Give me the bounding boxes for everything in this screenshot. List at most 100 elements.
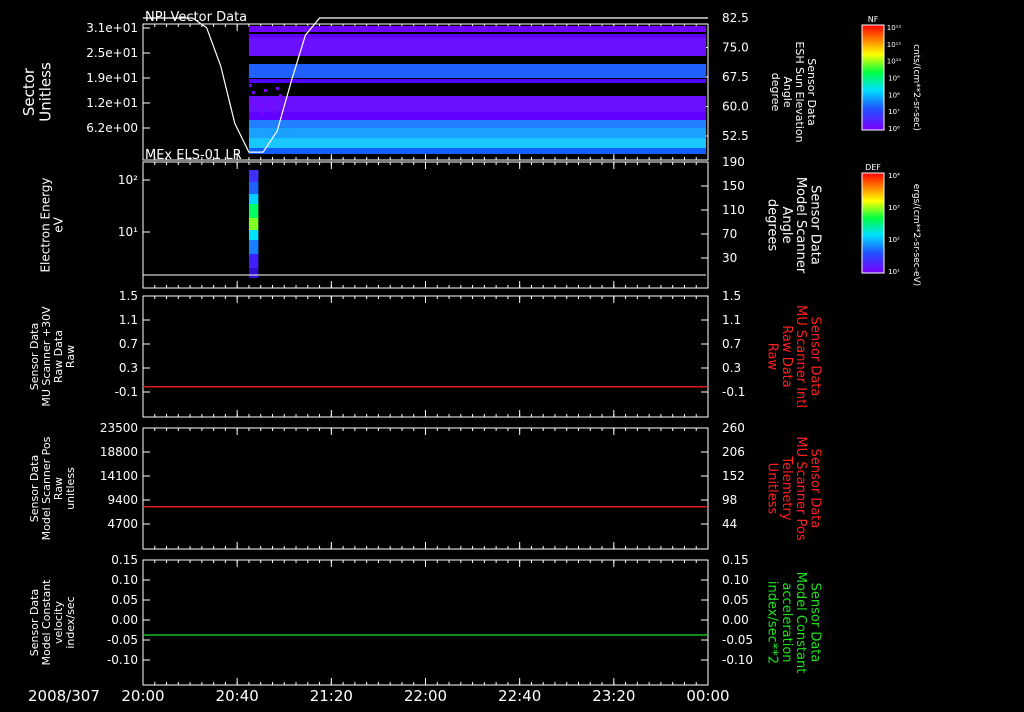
y-axis-label: unitless [64, 467, 77, 510]
y-tick-label: 1.9e+01 [86, 71, 138, 85]
right-y-tick-label: -0.05 [722, 633, 753, 647]
y-tick-label: 0.10 [111, 573, 138, 587]
right-axis-label: Unitless [765, 463, 780, 515]
y-tick-label: 0.00 [111, 613, 138, 627]
colorbar-tick: 10⁷ [888, 108, 900, 116]
date-label: 2008/307 [28, 687, 100, 705]
spectrogram-pixel [263, 89, 267, 92]
right-y-tick-label: 0.15 [722, 553, 749, 567]
y-tick-label: 1.2e+01 [86, 96, 138, 110]
right-y-tick-label: 110 [722, 203, 745, 217]
right-y-tick-label: 260 [722, 421, 745, 435]
spectrogram-pixel [269, 103, 273, 106]
spectrogram-band [248, 194, 259, 204]
spectrogram-band [248, 138, 706, 148]
y-axis-label: Unitless [36, 62, 54, 122]
panel-2: 10² 10¹ 190 150 110 70 30 Electron Energy eV Sens… [38, 148, 822, 289]
spectrogram-band [248, 218, 259, 230]
colorbar-tick: 10³ [888, 204, 900, 212]
spectrogram-band [248, 170, 259, 182]
right-y-tick-label: -0.10 [722, 653, 753, 667]
spectrogram-pixel [275, 87, 279, 90]
right-y-tick-label: 190 [722, 155, 745, 169]
y-axis-label: eV [52, 216, 66, 232]
y-tick-label: 0.05 [111, 593, 138, 607]
colorbar-tick: 10¹⁰ [887, 58, 902, 66]
right-axis-label: index/sec**2 [765, 581, 780, 664]
y-tick-label: 0.7 [119, 337, 138, 351]
spectrogram-pixel [278, 94, 282, 97]
right-y-tick-label: 152 [722, 469, 745, 483]
right-y-tick-label: 0.05 [722, 593, 749, 607]
x-tick-label: 21:20 [310, 687, 353, 705]
y-tick-label: 3.1e+01 [86, 21, 138, 35]
spectrogram-band [248, 254, 259, 268]
x-tick-label: 22:40 [498, 687, 541, 705]
spectrogram-pixel [272, 110, 276, 113]
right-y-tick-label: 67.5 [722, 70, 749, 84]
panel-frame [142, 559, 709, 686]
y-tick-label: 10² [118, 173, 138, 187]
y-axis-label: Sensor Data [28, 589, 41, 656]
colorbar-tick: 10⁹ [888, 75, 900, 83]
right-axis-label: MU Scanner Pos [793, 436, 808, 541]
y-axis-label: index/sec [64, 596, 77, 648]
spectrogram-band [248, 120, 706, 128]
right-y-tick-label: 44 [722, 517, 737, 531]
panel-frame [142, 295, 709, 418]
y-tick-label: 9400 [107, 493, 138, 507]
y-axis-label: Raw Data [52, 330, 65, 383]
right-axis-label: Raw Data [779, 325, 794, 388]
right-y-tick-label: 0.7 [722, 337, 741, 351]
colorbar-gradient [861, 24, 885, 131]
right-y-tick-label: 0.10 [722, 573, 749, 587]
right-axis-label: acceleration [779, 582, 794, 662]
right-axis-label: ESH Sun Elevation [793, 41, 806, 142]
spectrogram-band [248, 230, 259, 240]
right-axis-label: Sensor Data [807, 583, 822, 663]
y-axis-label: Sensor Data [28, 323, 41, 390]
y-tick-label: -0.05 [107, 633, 138, 647]
colorbar-title: NF [868, 15, 879, 24]
right-y-tick-label: 150 [722, 179, 745, 193]
spectrogram-pixel [260, 112, 264, 115]
colorbar-tick: 10¹² [887, 24, 902, 32]
x-tick-label: 20:00 [121, 687, 164, 705]
spectrogram-band [248, 38, 706, 56]
right-y-tick-label: -0.1 [722, 385, 745, 399]
colorbar-tick: 10¹ [888, 268, 900, 276]
colorbar-unit: ergs/(cm**2-sr-sec-eV) [911, 184, 921, 286]
right-axis-label: Sensor Data [807, 449, 822, 529]
y-tick-label: 0.15 [111, 553, 138, 567]
spectrogram-band [248, 148, 706, 154]
y-tick-label: 10¹ [118, 225, 138, 239]
right-y-tick-label: 206 [722, 445, 745, 459]
right-y-tick-label: 70 [722, 227, 737, 241]
colorbar-tick: 10² [888, 236, 900, 244]
colorbar-title: DEF [865, 163, 881, 172]
colorbar-unit: cnts/(cm**2-sr-sec) [911, 44, 921, 131]
spectrogram-pixel [251, 91, 255, 94]
spectrogram-band [248, 64, 706, 78]
colorbar-tick: 10⁸ [888, 91, 900, 99]
x-tick-label: 22:00 [404, 687, 447, 705]
y-tick-label: 14100 [100, 469, 138, 483]
spectrogram-pixel [266, 96, 270, 99]
y-tick-label: 0.3 [119, 361, 138, 375]
spectrogram-band [248, 26, 706, 32]
right-axis-label: MU Scanner Intl [793, 305, 808, 408]
spectrogram-band [248, 79, 706, 83]
y-tick-label: 1.5 [119, 289, 138, 303]
spectrogram-pixel [254, 98, 258, 101]
right-y-tick-label: 98 [722, 493, 737, 507]
colorbar-nf: NF 10¹² 10¹¹ 10¹⁰ 10⁹ 10⁸ 10⁷ 10⁶ cnts/(cm**2-sr… [861, 15, 921, 133]
panel-4: 23500 18800 14100 9400 4700 260 206 152 98 44 Sens… [28, 421, 822, 550]
y-tick-label: 4700 [107, 517, 138, 531]
right-axis-label: degrees [765, 199, 780, 252]
right-y-tick-label: 30 [722, 251, 737, 265]
y-axis-label: Raw [64, 345, 77, 368]
y-axis-label: MU Scanner +30V [40, 306, 53, 407]
spectrogram-pixel [257, 105, 261, 108]
y-tick-label: -0.10 [107, 653, 138, 667]
panel-title: MEx ELS-01 LR [145, 148, 242, 163]
